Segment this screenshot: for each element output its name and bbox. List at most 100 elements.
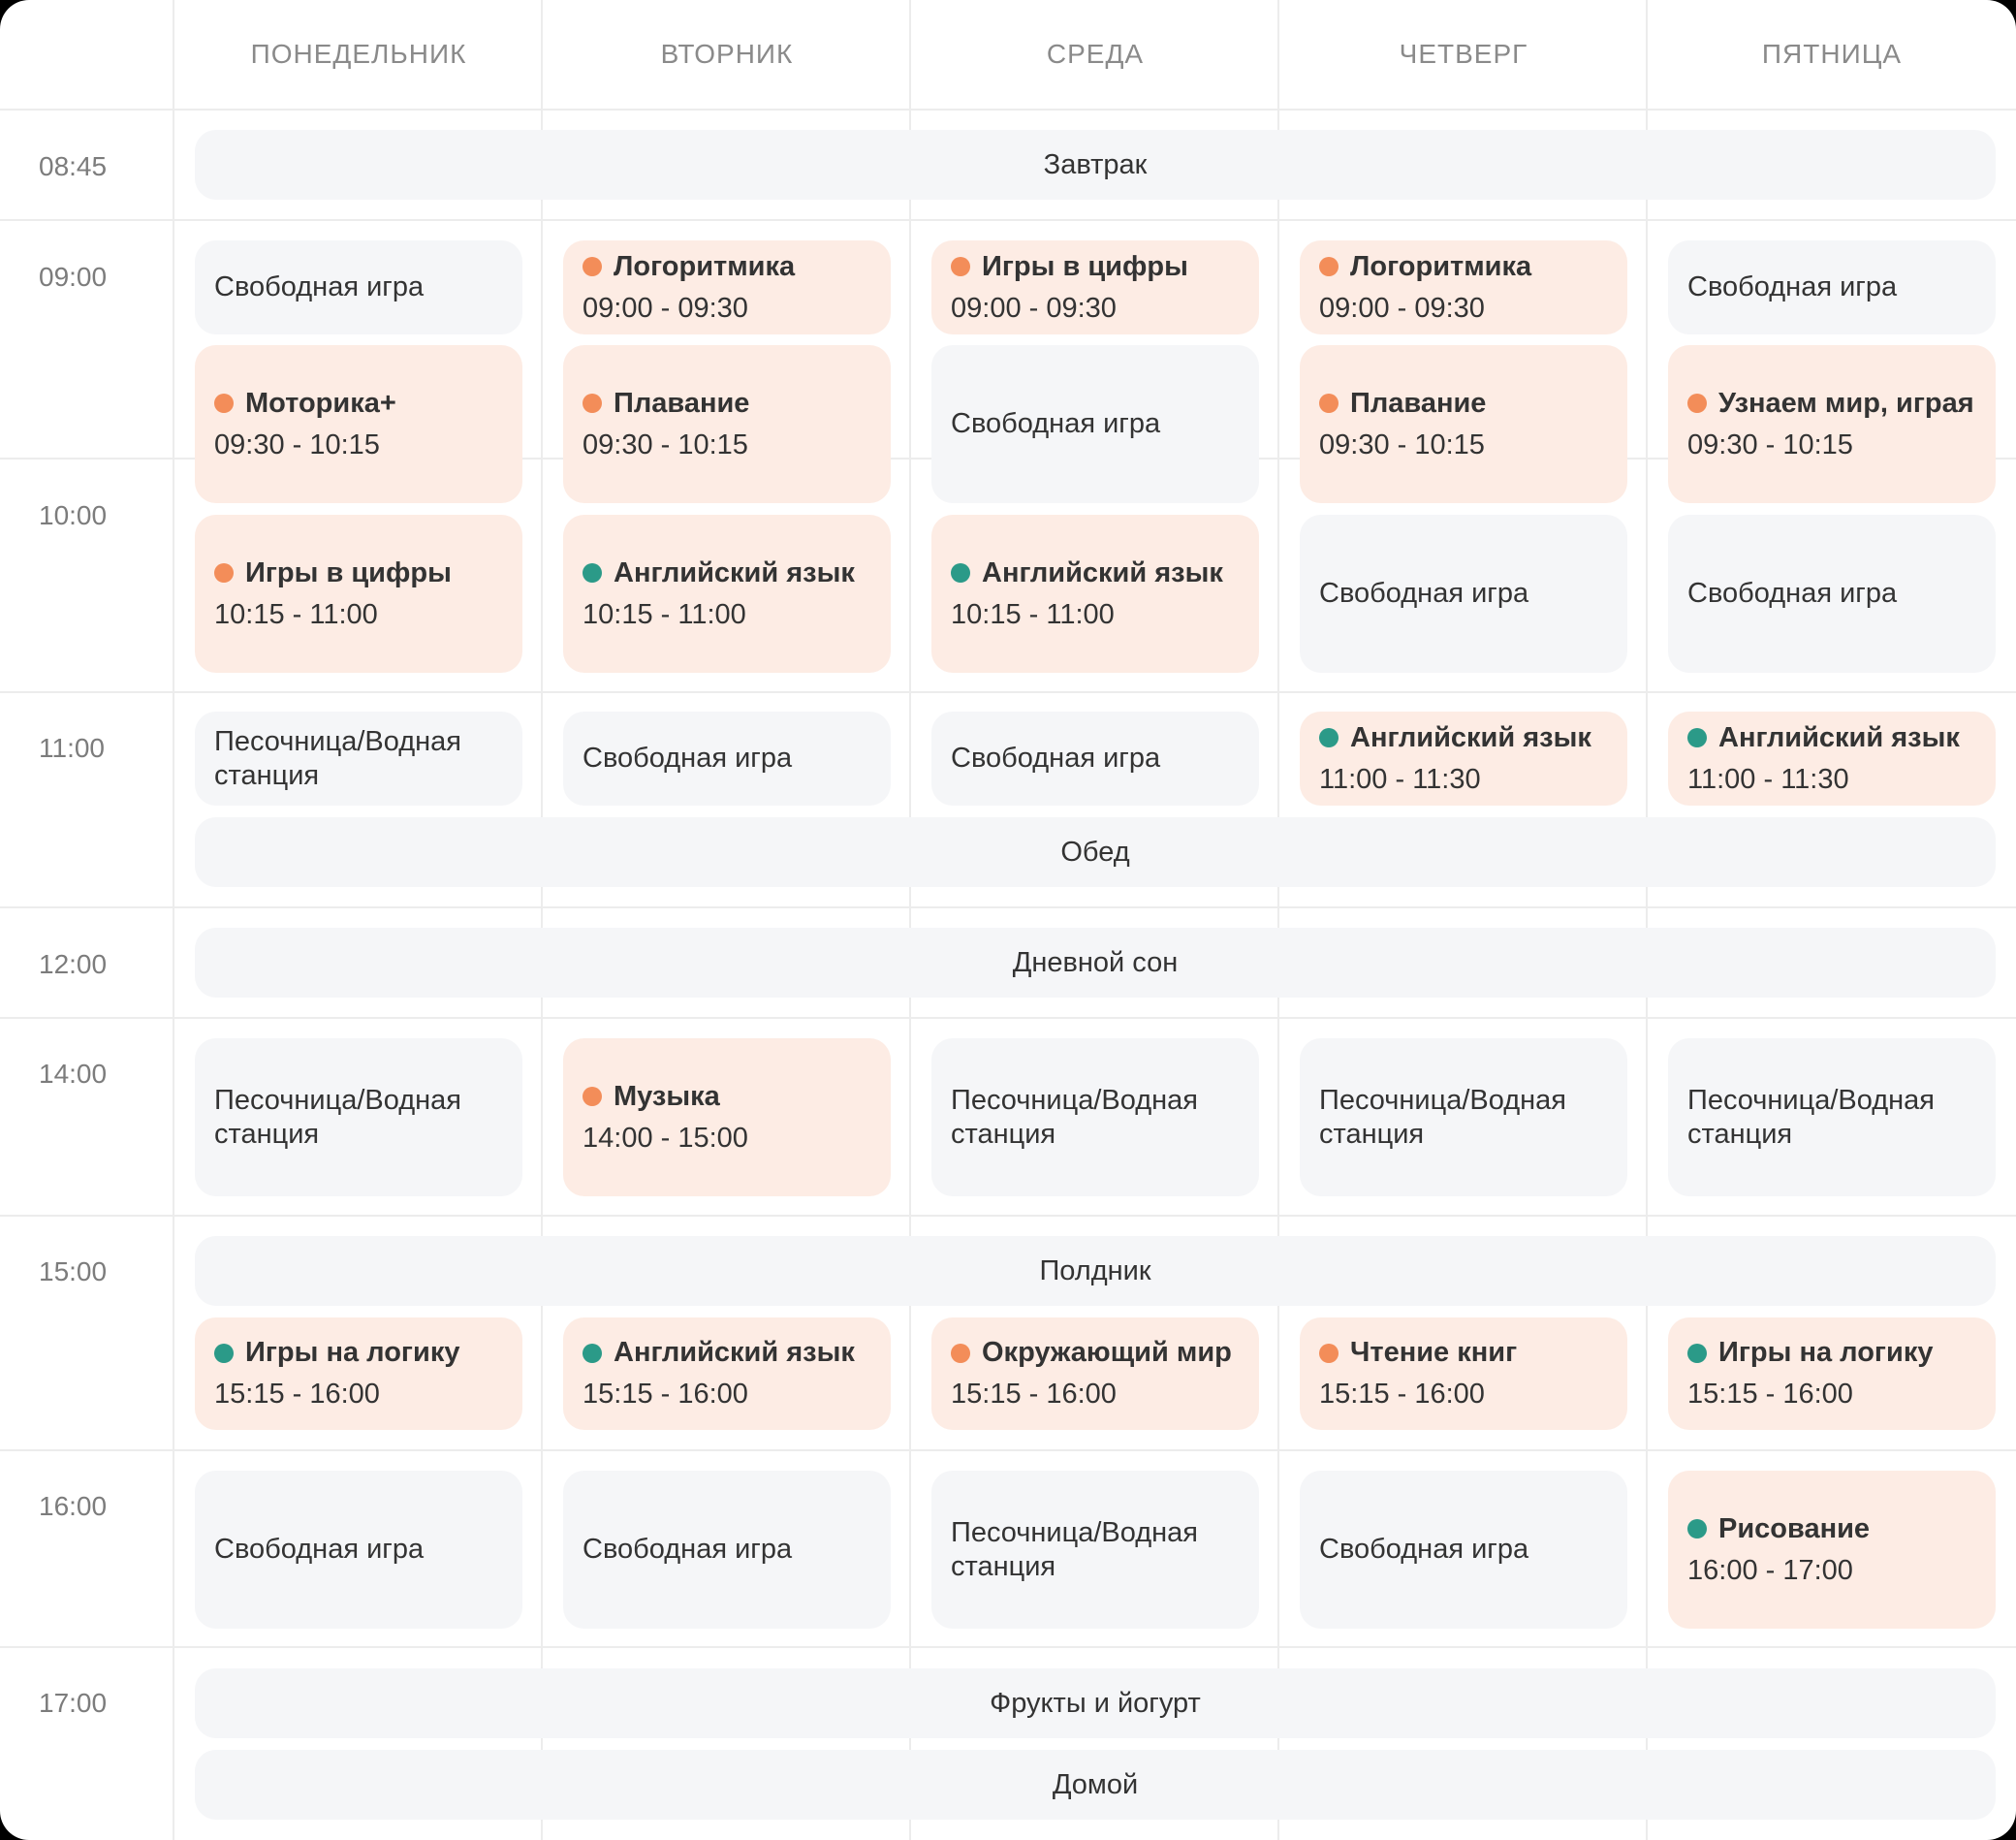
row-divider	[0, 906, 2016, 908]
free-slot-card[interactable]: Песочница/Водная станция	[195, 1038, 522, 1196]
activity-title-row: Чтение книг	[1319, 1337, 1608, 1369]
activity-card[interactable]: Плавание 09:30 - 10:15	[563, 345, 891, 503]
day-header-fri: ПЯТНИЦА	[1761, 39, 1903, 69]
activity-title-row: Узнаем мир, играя	[1687, 388, 1976, 420]
activity-card[interactable]: Окружающий мир 15:15 - 16:00	[931, 1317, 1259, 1430]
column-divider	[1277, 0, 1279, 1840]
event-fruits[interactable]: Фрукты и йогурт	[195, 1668, 1996, 1738]
time-label: 12:00	[39, 949, 108, 979]
activity-title: Окружающий мир	[982, 1337, 1232, 1368]
activity-title-row: Английский язык	[1687, 722, 1976, 754]
teal-dot-icon	[1687, 728, 1707, 747]
orange-dot-icon	[583, 394, 602, 413]
activity-card[interactable]: Чтение книг 15:15 - 16:00	[1300, 1317, 1627, 1430]
free-slot-card[interactable]: Свободная игра	[563, 712, 891, 806]
activity-title-row: Английский язык	[951, 557, 1240, 589]
free-slot-card[interactable]: Песочница/Водная станция	[931, 1038, 1259, 1196]
event-snack[interactable]: Полдник	[195, 1236, 1996, 1306]
time-label: 15:00	[39, 1256, 108, 1286]
activity-title: Игры на логику	[1718, 1337, 1934, 1368]
free-slot-card[interactable]: Песочница/Водная станция	[1300, 1038, 1627, 1196]
teal-dot-icon	[214, 1343, 234, 1363]
activity-title-row: Игры в цифры	[214, 557, 503, 589]
event-breakfast[interactable]: Завтрак	[195, 130, 1996, 200]
free-slot-card[interactable]: Свободная игра	[195, 240, 522, 334]
activity-title: Игры в цифры	[982, 250, 1188, 282]
free-slot-card[interactable]: Свободная игра	[931, 345, 1259, 503]
orange-dot-icon	[951, 1343, 970, 1363]
activity-card[interactable]: Логоритмика 09:00 - 09:30	[1300, 240, 1627, 334]
activity-card[interactable]: Игры на логику 15:15 - 16:00	[1668, 1317, 1996, 1430]
free-slot-card[interactable]: Песочница/Водная станция	[1668, 1038, 1996, 1196]
free-slot-card[interactable]: Свободная игра	[1668, 240, 1996, 334]
activity-card[interactable]: Логоритмика 09:00 - 09:30	[563, 240, 891, 334]
activity-time: 09:30 - 10:15	[1687, 428, 1853, 460]
orange-dot-icon	[214, 563, 234, 583]
row-divider	[0, 109, 2016, 111]
activity-card[interactable]: Плавание 09:30 - 10:15	[1300, 345, 1627, 503]
row-divider	[0, 1017, 2016, 1019]
activity-title: Узнаем мир, играя	[1718, 387, 1974, 419]
activity-title-row: Логоритмика	[1319, 251, 1608, 283]
free-slot-card[interactable]: Песочница/Водная станция	[195, 712, 522, 806]
activity-card[interactable]: Английский язык 10:15 - 11:00	[931, 515, 1259, 673]
activity-card[interactable]: Игры на логику 15:15 - 16:00	[195, 1317, 522, 1430]
activity-card[interactable]: Английский язык 15:15 - 16:00	[563, 1317, 891, 1430]
activity-card[interactable]: Английский язык 11:00 - 11:30	[1668, 712, 1996, 806]
event-lunch[interactable]: Обед	[195, 817, 1996, 887]
activity-time: 15:15 - 16:00	[583, 1379, 748, 1410]
activity-time: 09:30 - 10:15	[583, 428, 748, 460]
day-header-mon: ПОНЕДЕЛЬНИК	[250, 39, 467, 69]
day-header-thu: ЧЕТВЕРГ	[1399, 39, 1528, 69]
orange-dot-icon	[1687, 394, 1707, 413]
activity-card[interactable]: Узнаем мир, играя 09:30 - 10:15	[1668, 345, 1996, 503]
activity-card[interactable]: Английский язык 11:00 - 11:30	[1300, 712, 1627, 806]
time-label: 16:00	[39, 1491, 108, 1521]
activity-title-row: Окружающий мир	[951, 1337, 1240, 1369]
teal-dot-icon	[951, 563, 970, 583]
activity-title: Плавание	[1350, 387, 1487, 419]
activity-time: 09:30 - 10:15	[214, 428, 380, 460]
free-slot-card[interactable]: Свободная игра	[195, 1471, 522, 1629]
activity-title: Моторика+	[245, 387, 396, 419]
activity-title-row: Игры в цифры	[951, 251, 1240, 283]
free-slot-card[interactable]: Свободная игра	[931, 712, 1259, 806]
activity-time: 16:00 - 17:00	[1687, 1554, 1853, 1586]
time-label: 14:00	[39, 1059, 108, 1089]
orange-dot-icon	[951, 257, 970, 276]
day-header-wed: СРЕДА	[1046, 39, 1145, 69]
row-divider	[0, 1449, 2016, 1451]
activity-card[interactable]: Игры в цифры 10:15 - 11:00	[195, 515, 522, 673]
activity-card[interactable]: Игры в цифры 09:00 - 09:30	[931, 240, 1259, 334]
activity-title: Музыка	[614, 1080, 720, 1112]
activity-card[interactable]: Рисование 16:00 - 17:00	[1668, 1471, 1996, 1629]
free-slot-card[interactable]: Свободная игра	[1300, 1471, 1627, 1629]
activity-time: 11:00 - 11:30	[1319, 763, 1481, 795]
activity-title-row: Игры на логику	[1687, 1337, 1976, 1369]
time-label: 08:45	[39, 151, 108, 181]
orange-dot-icon	[214, 394, 234, 413]
free-slot-card[interactable]: Песочница/Водная станция	[931, 1471, 1259, 1629]
activity-card[interactable]: Музыка 14:00 - 15:00	[563, 1038, 891, 1196]
activity-time: 09:00 - 09:30	[583, 292, 748, 324]
event-nap[interactable]: Дневной сон	[195, 928, 1996, 998]
column-divider	[909, 0, 911, 1840]
activity-card[interactable]: Английский язык 10:15 - 11:00	[563, 515, 891, 673]
orange-dot-icon	[583, 257, 602, 276]
event-home[interactable]: Домой	[195, 1750, 1996, 1820]
free-slot-card[interactable]: Свободная игра	[563, 1471, 891, 1629]
activity-title: Игры на логику	[245, 1337, 460, 1368]
teal-dot-icon	[583, 1343, 602, 1363]
activity-title: Английский язык	[982, 556, 1223, 588]
activity-title: Английский язык	[1718, 721, 1960, 753]
free-slot-card[interactable]: Свободная игра	[1668, 515, 1996, 673]
time-label: 10:00	[39, 500, 108, 530]
activity-card[interactable]: Моторика+ 09:30 - 10:15	[195, 345, 522, 503]
activity-time: 14:00 - 15:00	[583, 1122, 748, 1154]
free-slot-card[interactable]: Свободная игра	[1300, 515, 1627, 673]
time-label: 11:00	[39, 733, 105, 763]
activity-time: 10:15 - 11:00	[214, 598, 378, 630]
activity-title-row: Рисование	[1687, 1513, 1976, 1545]
activity-title: Плавание	[614, 387, 750, 419]
day-header-tue: ВТОРНИК	[660, 39, 794, 69]
